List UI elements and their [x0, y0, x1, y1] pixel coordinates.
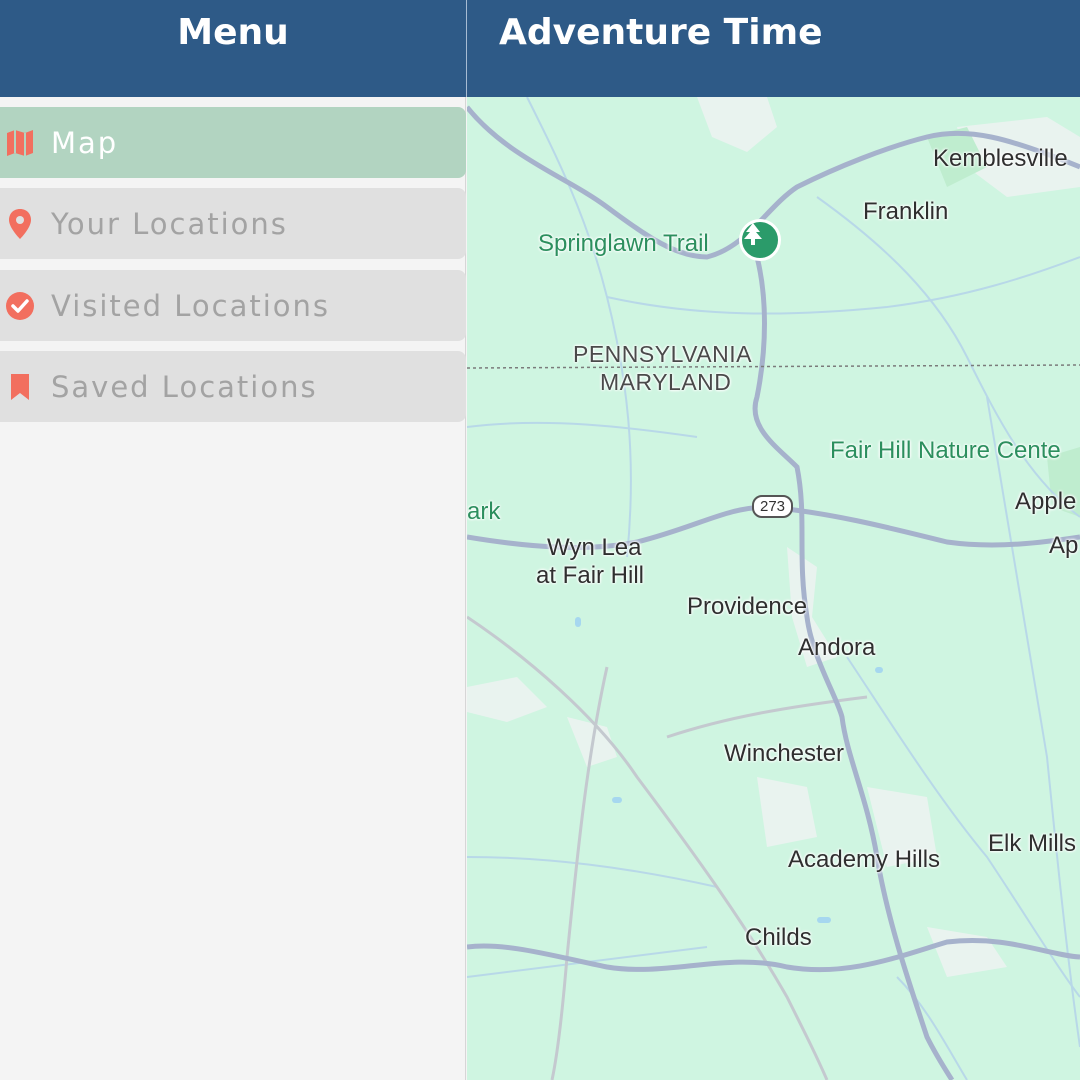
- map-label-franklin: Franklin: [863, 198, 949, 225]
- sidebar: Map Your Locations Visited Locations Sav…: [0, 97, 466, 1080]
- trail-marker-icon[interactable]: [739, 219, 781, 261]
- map-icon: [2, 129, 38, 157]
- map-label-pennsylvania: PENNSYLVANIA: [573, 341, 752, 367]
- map-label-kemblesville: Kemblesville: [933, 145, 1068, 172]
- sidebar-item-label: Saved Locations: [51, 369, 318, 404]
- sidebar-item-label: Visited Locations: [51, 288, 331, 323]
- map-label-springlawn-trail[interactable]: Springlawn Trail: [538, 230, 709, 258]
- map-label-maryland: MARYLAND: [600, 369, 732, 395]
- sidebar-item-map[interactable]: Map: [0, 107, 466, 178]
- location-pin-icon: [2, 208, 38, 240]
- sidebar-item-label: Your Locations: [51, 206, 288, 241]
- map-label-at-fair-hill: at Fair Hill: [536, 562, 645, 589]
- bookmark-icon: [2, 373, 38, 401]
- map-label-wyn-lea: Wyn Lea: [547, 534, 642, 561]
- map-label-elk-mills: Elk Mills: [988, 830, 1076, 857]
- sidebar-item-visited-locations[interactable]: Visited Locations: [0, 270, 466, 341]
- check-circle-icon: [2, 291, 38, 321]
- map-label-park: ark: [467, 498, 501, 525]
- map-label-fair-hill-nature-center[interactable]: Fair Hill Nature Cente: [830, 437, 1061, 465]
- route-shield: 273: [752, 495, 794, 518]
- map-label-academy-hills: Academy Hills: [788, 846, 941, 873]
- app-header: Adventure Time: [467, 0, 1080, 97]
- map-label-andora: Andora: [798, 634, 876, 661]
- map-label-childs: Childs: [745, 924, 812, 951]
- map-label-ap: Ap: [1049, 532, 1079, 559]
- map-label-providence: Providence: [687, 593, 808, 620]
- sidebar-item-label: Map: [51, 125, 119, 160]
- map-view[interactable]: Kemblesville Franklin Springlawn Trail P…: [467, 97, 1080, 1080]
- sidebar-item-saved-locations[interactable]: Saved Locations: [0, 351, 466, 422]
- map-label-winchester: Winchester: [724, 740, 845, 767]
- menu-header: Menu: [0, 0, 466, 97]
- map-label-apple: Apple: [1015, 488, 1077, 515]
- app-title: Adventure Time: [499, 12, 823, 53]
- menu-title: Menu: [177, 12, 289, 53]
- sidebar-item-your-locations[interactable]: Your Locations: [0, 188, 466, 259]
